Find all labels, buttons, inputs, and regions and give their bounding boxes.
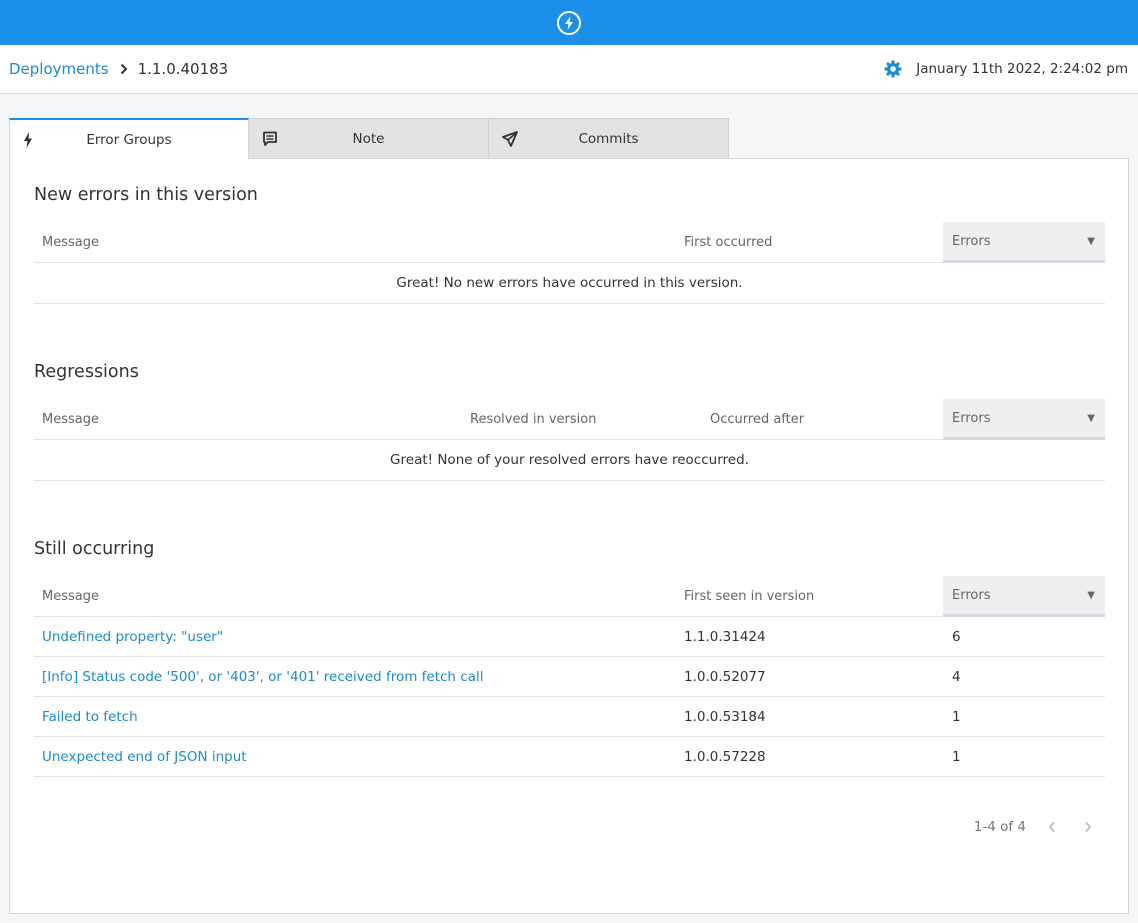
first-seen-version: 1.0.0.52077 (684, 668, 766, 685)
deployment-timestamp: January 11th 2022, 2:24:02 pm (916, 61, 1128, 77)
bolt-icon (23, 131, 33, 148)
tab-label: Commits (578, 130, 639, 147)
still-occurring-section: Still occurring Message First seen in ve… (34, 539, 1105, 777)
still-occurring-table: Message First seen in version Errors ▼ U… (34, 576, 1105, 777)
tab-commits[interactable]: Commits (489, 118, 729, 159)
comment-icon (262, 131, 278, 147)
column-header-first-seen-in-version[interactable]: First seen in version (684, 576, 814, 616)
column-header-errors: Errors (952, 410, 991, 426)
new-errors-table: Message First occurred Errors ▼ Great! N… (34, 222, 1105, 304)
error-count: 1 (952, 708, 961, 725)
error-count: 6 (952, 628, 961, 645)
first-seen-version: 1.0.0.57228 (684, 748, 766, 765)
gear-icon[interactable] (884, 60, 902, 78)
table-header: Message First occurred Errors ▼ (34, 222, 1105, 263)
regressions-table: Message Resolved in version Occurred aft… (34, 399, 1105, 481)
paper-plane-icon (502, 130, 518, 147)
chevron-left-icon[interactable] (1048, 821, 1056, 833)
column-header-first-occurred[interactable]: First occurred (684, 222, 772, 262)
page-header: Deployments 1.1.0.40183 January 11th 202… (0, 45, 1138, 94)
pagination: 1-4 of 4 (974, 819, 1092, 835)
column-header-message[interactable]: Message (42, 222, 99, 262)
empty-state-message: Great! No new errors have occurred in th… (34, 263, 1105, 304)
tab-bar: Error Groups Note Commits (9, 118, 729, 160)
tab-label: Error Groups (86, 131, 172, 148)
table-row[interactable]: [Info] Status code '500', or '403', or '… (34, 657, 1105, 697)
column-header-errors: Errors (952, 587, 991, 603)
column-header-errors-sort[interactable]: Errors ▼ (943, 399, 1105, 440)
top-bar (0, 0, 1138, 45)
tab-label: Note (352, 130, 385, 147)
column-header-errors: Errors (952, 233, 991, 249)
table-header: Message Resolved in version Occurred aft… (34, 399, 1105, 440)
error-count: 1 (952, 748, 961, 765)
tab-note[interactable]: Note (249, 118, 489, 159)
new-errors-section: New errors in this version Message First… (34, 185, 1105, 304)
error-groups-panel: New errors in this version Message First… (9, 158, 1129, 914)
column-header-message[interactable]: Message (42, 576, 99, 616)
table-row[interactable]: Failed to fetch 1.0.0.53184 1 (34, 697, 1105, 737)
caret-down-icon: ▼ (1087, 589, 1095, 601)
breadcrumb: Deployments 1.1.0.40183 (9, 60, 228, 78)
chevron-right-icon[interactable] (1084, 821, 1092, 833)
section-title: New errors in this version (34, 185, 258, 205)
breadcrumb-current-version: 1.1.0.40183 (137, 60, 229, 78)
error-message-link[interactable]: Unexpected end of JSON input (42, 737, 247, 776)
first-seen-version: 1.1.0.31424 (684, 628, 766, 645)
error-message-link[interactable]: [Info] Status code '500', or '403', or '… (42, 657, 483, 696)
empty-state-message: Great! None of your resolved errors have… (34, 440, 1105, 481)
error-message-link[interactable]: Undefined property: "user" (42, 617, 223, 656)
first-seen-version: 1.0.0.53184 (684, 708, 766, 725)
caret-down-icon: ▼ (1087, 412, 1095, 424)
bolt-circle-icon[interactable] (556, 10, 582, 36)
section-title: Still occurring (34, 539, 155, 559)
chevron-right-icon (120, 63, 128, 75)
pagination-range: 1-4 of 4 (973, 819, 1026, 835)
table-row[interactable]: Undefined property: "user" 1.1.0.31424 6 (34, 617, 1105, 657)
column-header-resolved-in-version[interactable]: Resolved in version (470, 399, 596, 439)
error-message-link[interactable]: Failed to fetch (42, 697, 138, 736)
column-header-errors-sort[interactable]: Errors ▼ (943, 222, 1105, 263)
tab-error-groups[interactable]: Error Groups (9, 118, 249, 160)
table-row[interactable]: Unexpected end of JSON input 1.0.0.57228… (34, 737, 1105, 777)
table-header: Message First seen in version Errors ▼ (34, 576, 1105, 617)
column-header-occurred-after[interactable]: Occurred after (710, 399, 804, 439)
deployment-meta: January 11th 2022, 2:24:02 pm (884, 60, 1128, 78)
column-header-errors-sort[interactable]: Errors ▼ (943, 576, 1105, 617)
breadcrumb-deployments-link[interactable]: Deployments (9, 60, 109, 78)
caret-down-icon: ▼ (1087, 235, 1095, 247)
error-count: 4 (952, 668, 961, 685)
column-header-message[interactable]: Message (42, 399, 99, 439)
regressions-section: Regressions Message Resolved in version … (34, 362, 1105, 481)
section-title: Regressions (34, 362, 139, 382)
